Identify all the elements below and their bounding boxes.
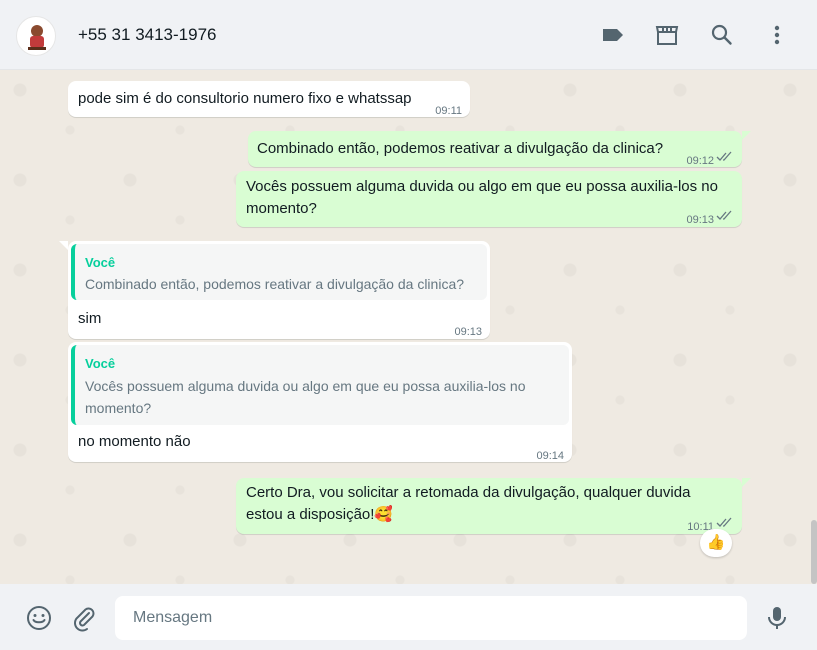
message-time: 09:11 (435, 105, 462, 117)
compose-bar (0, 584, 817, 650)
message-time: 09:14 (536, 450, 564, 462)
message-text-line: Vocês possuem alguma duvida ou algo em q… (246, 178, 718, 195)
message-incoming-reply[interactable]: Você Vocês possuem alguma duvida ou algo… (68, 342, 572, 462)
message-text: no momento não (78, 433, 191, 450)
message-text-line: Certo Dra, vou solicitar a retomada da d… (246, 484, 691, 501)
quoted-message[interactable]: Você Vocês possuem alguma duvida ou algo… (71, 345, 569, 425)
quote-author: Você (85, 356, 116, 371)
message-text-line: momento? (246, 200, 317, 217)
message-outgoing[interactable]: Vocês possuem alguma duvida ou algo em q… (236, 171, 742, 227)
message-input[interactable] (115, 596, 747, 640)
message-outgoing[interactable]: Certo Dra, vou solicitar a retomada da d… (236, 478, 742, 534)
contact-name[interactable]: +55 31 3413-1976 (78, 25, 217, 45)
chat-scrollbar[interactable] (811, 520, 817, 584)
smiling-hearts-emoji: 🥰 (374, 506, 394, 523)
search-icon[interactable] (709, 22, 735, 48)
catalog-icon[interactable] (654, 22, 680, 48)
message-text: sim (78, 310, 102, 327)
message-text: Combinado então, podemos reativar a divu… (257, 140, 664, 157)
contact-avatar[interactable] (16, 16, 56, 56)
read-ticks-icon (716, 517, 732, 527)
read-ticks-icon (716, 210, 732, 220)
thumbs-up-reaction[interactable]: 👍 (700, 529, 732, 557)
quote-text: Combinado então, podemos reativar a divu… (85, 276, 465, 292)
label-icon[interactable] (600, 22, 626, 48)
message-text-segment: estou a disposição! (246, 506, 375, 523)
message-time: 09:13 (686, 214, 714, 226)
chat-header: +55 31 3413-1976 (0, 0, 817, 70)
emoji-icon[interactable] (25, 604, 53, 632)
message-text-line: estou a disposição!🥰 (246, 504, 393, 526)
bubble-tail (742, 131, 751, 140)
bubble-tail (742, 478, 751, 487)
microphone-icon[interactable] (763, 604, 791, 632)
message-time: 09:12 (686, 155, 714, 167)
quote-text-line: Vocês possuem alguma duvida ou algo em q… (85, 378, 526, 394)
quote-text-line: momento? (85, 400, 152, 416)
bubble-tail (59, 241, 68, 250)
attach-icon[interactable] (70, 604, 98, 632)
quoted-message[interactable]: Você Combinado então, podemos reativar a… (71, 244, 487, 300)
message-list[interactable]: pode sim é do consultorio numero fixo e … (0, 70, 817, 584)
message-incoming[interactable]: pode sim é do consultorio numero fixo e … (68, 81, 470, 117)
read-ticks-icon (716, 151, 732, 161)
message-incoming-reply[interactable]: Você Combinado então, podemos reativar a… (68, 241, 490, 339)
menu-icon[interactable] (764, 22, 790, 48)
message-time: 09:13 (454, 326, 482, 338)
message-outgoing[interactable]: Combinado então, podemos reativar a divu… (248, 131, 742, 167)
message-text: pode sim é do consultorio numero fixo e … (78, 90, 412, 107)
quote-author: Você (85, 255, 116, 270)
